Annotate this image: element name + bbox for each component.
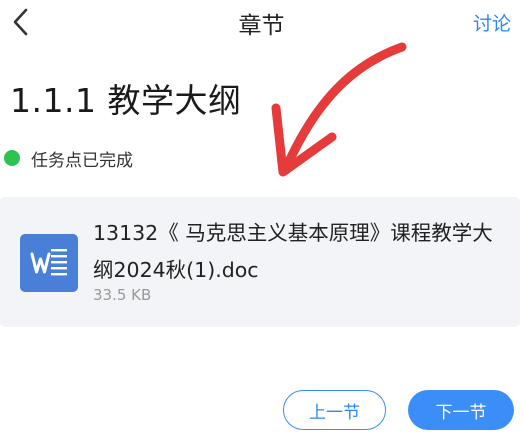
task-status: 任务点已完成 — [0, 146, 133, 171]
back-button[interactable] — [6, 6, 36, 38]
discuss-button[interactable]: 讨论 — [473, 9, 511, 36]
next-section-button[interactable]: 下一节 — [408, 390, 514, 430]
previous-section-button[interactable]: 上一节 — [283, 390, 386, 430]
chevron-left-icon — [13, 8, 28, 36]
attachment-card[interactable]: 13132《 马克思主义基本原理》课程教学大纲2024秋(1).doc 33.5… — [0, 197, 520, 327]
attachment-size: 33.5 KB — [93, 286, 152, 304]
status-dot-icon — [4, 150, 20, 166]
top-nav-bar: 章节 讨论 — [0, 0, 523, 44]
word-document-icon — [20, 234, 78, 292]
attachment-filename: 13132《 马克思主义基本原理》课程教学大纲2024秋(1).doc — [93, 221, 493, 282]
task-status-label: 任务点已完成 — [31, 150, 133, 171]
chapter-title: 1.1.1 教学大纲 — [10, 81, 242, 120]
page-title: 章节 — [238, 13, 285, 39]
